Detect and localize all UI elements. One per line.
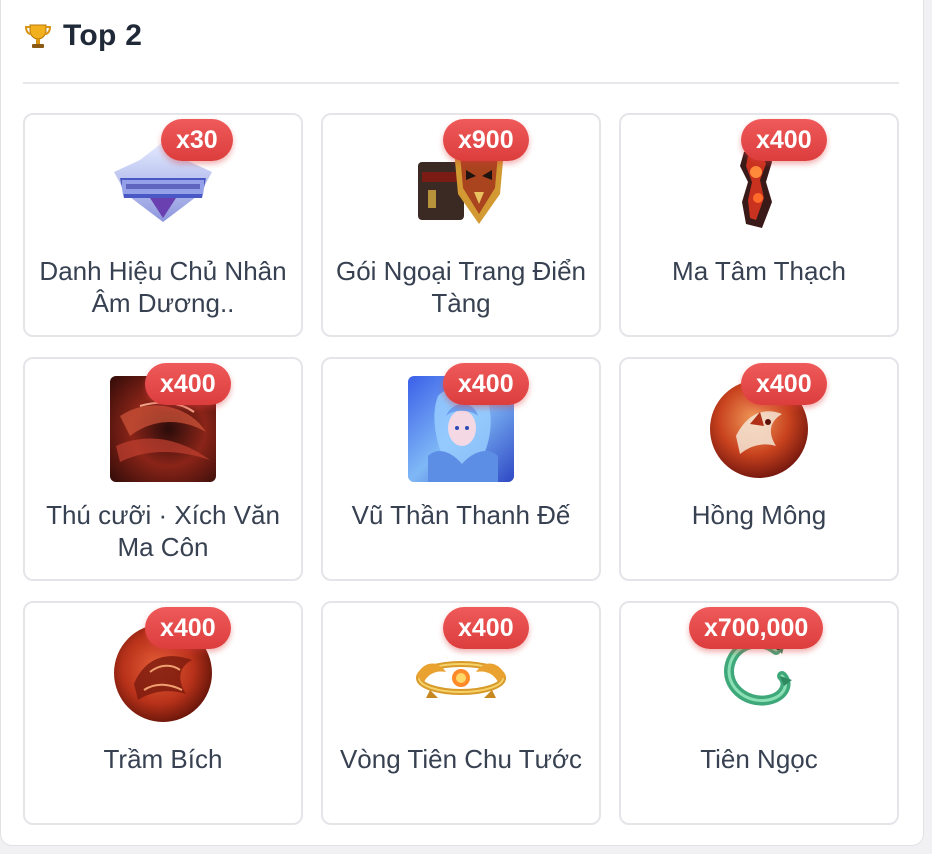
item-name: Vũ Thần Thanh Đế bbox=[351, 500, 571, 530]
reward-card[interactable]: x400 Vòng Tiên Chu Tước bbox=[321, 601, 601, 825]
item-name: Vòng Tiên Chu Tước bbox=[339, 744, 583, 774]
quantity-badge: x400 bbox=[741, 119, 827, 161]
item-name: Hồng Mông bbox=[691, 500, 827, 530]
reward-card[interactable]: x30 Danh Hiệu Chủ Nhân Âm Dương.. bbox=[23, 113, 303, 337]
reward-card[interactable]: x400 Hồng Mông bbox=[619, 357, 899, 581]
rewards-panel: Top 2 x30 Danh Hiệu Chủ Nhân Âm Dương.. … bbox=[0, 0, 924, 846]
item-name: Gói Ngoại Trang Điển Tàng bbox=[335, 256, 587, 318]
quantity-badge: x400 bbox=[443, 363, 529, 405]
item-name: Trầm Bích bbox=[103, 744, 223, 774]
item-name: Tiên Ngọc bbox=[700, 744, 818, 774]
reward-card[interactable]: x400 Ma Tâm Thạch bbox=[619, 113, 899, 337]
reward-card[interactable]: x400 Vũ Thần Thanh Đế bbox=[321, 357, 601, 581]
trophy-icon bbox=[23, 21, 53, 51]
reward-card[interactable]: x400 Trầm Bích bbox=[23, 601, 303, 825]
quantity-badge: x400 bbox=[145, 607, 231, 649]
quantity-badge: x400 bbox=[443, 607, 529, 649]
quantity-badge: x400 bbox=[741, 363, 827, 405]
quantity-badge: x400 bbox=[145, 363, 231, 405]
reward-card[interactable]: x400 Thú cưỡi · Xích Văn Ma Côn bbox=[23, 357, 303, 581]
quantity-badge: x900 bbox=[443, 119, 529, 161]
item-name: Danh Hiệu Chủ Nhân Âm Dương.. bbox=[39, 256, 287, 318]
panel-header: Top 2 bbox=[23, 19, 142, 53]
quantity-badge: x700,000 bbox=[689, 607, 824, 649]
item-name: Ma Tâm Thạch bbox=[672, 256, 846, 286]
divider bbox=[23, 82, 899, 84]
quantity-badge: x30 bbox=[161, 119, 233, 161]
reward-card[interactable]: x900 Gói Ngoại Trang Điển Tàng bbox=[321, 113, 601, 337]
reward-grid: x30 Danh Hiệu Chủ Nhân Âm Dương.. x900 G… bbox=[23, 113, 899, 825]
reward-card[interactable]: x700,000 Tiên Ngọc bbox=[619, 601, 899, 825]
item-name: Thú cưỡi · Xích Văn Ma Côn bbox=[46, 500, 280, 562]
page-title: Top 2 bbox=[63, 19, 143, 52]
